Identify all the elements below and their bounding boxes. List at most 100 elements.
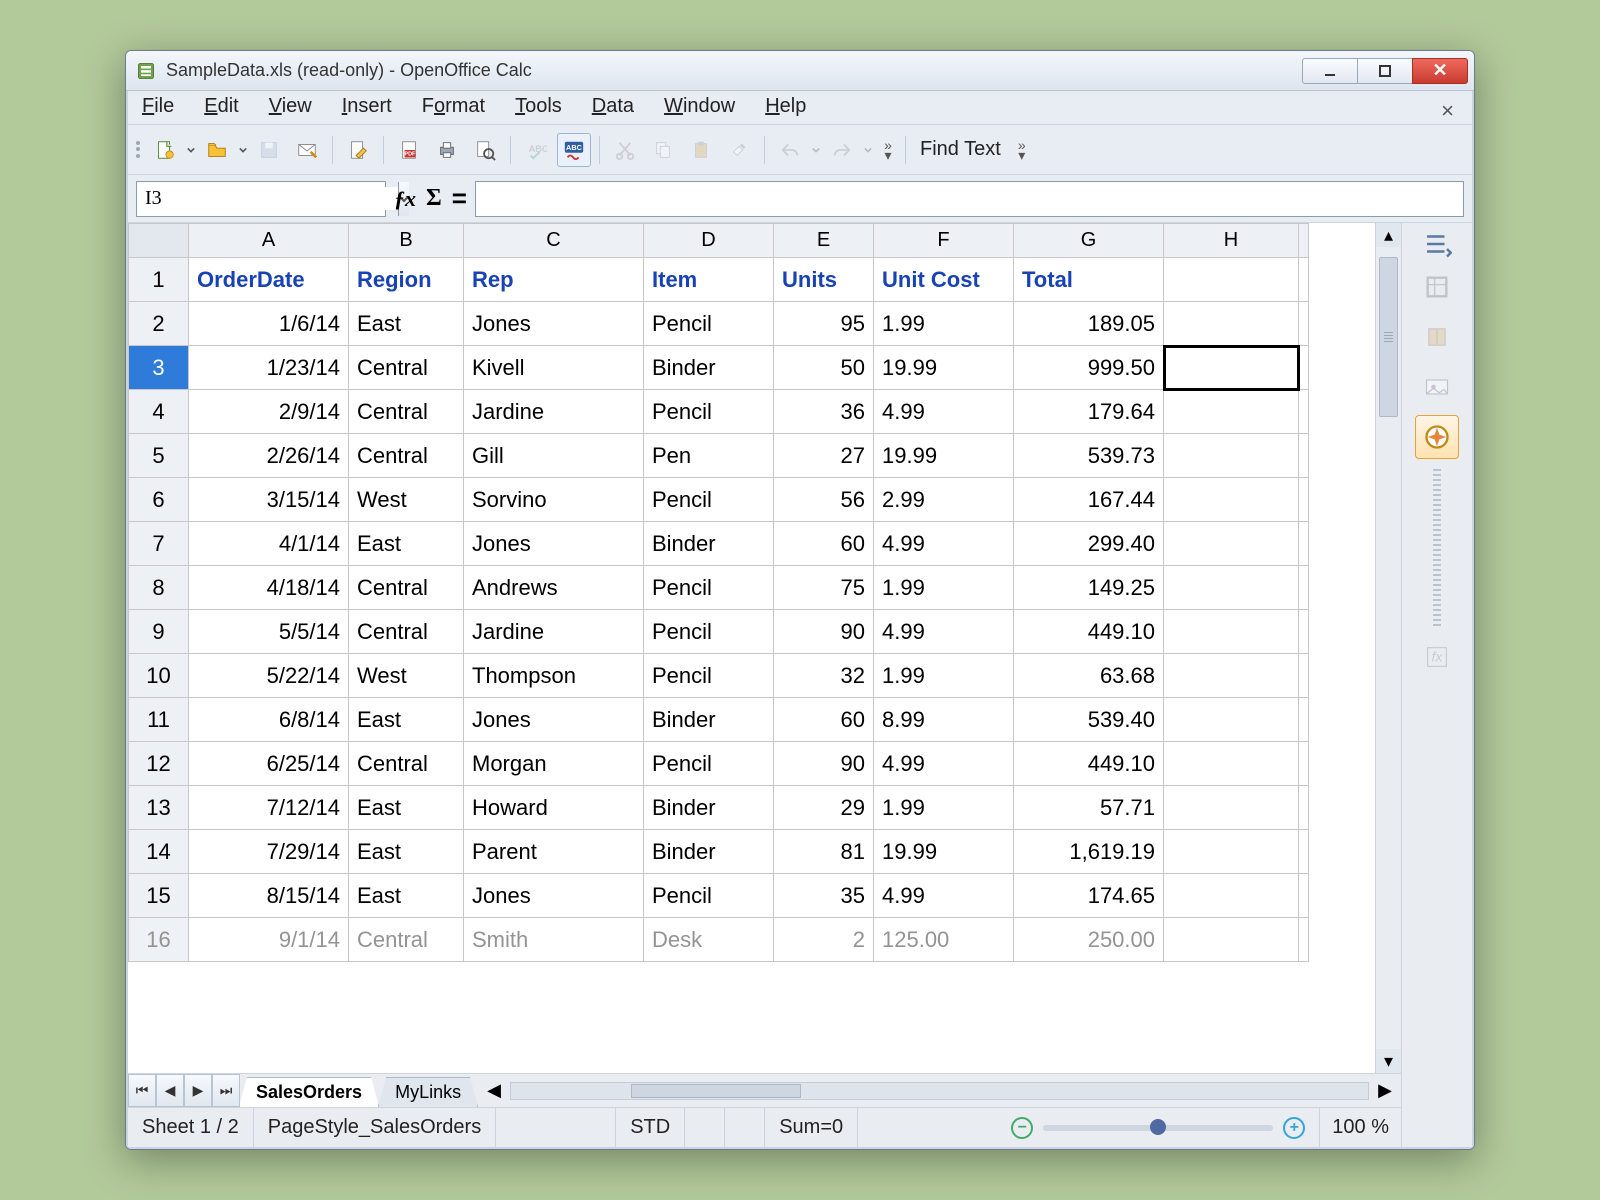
col-header-C[interactable]: C	[464, 224, 644, 258]
row-header[interactable]: 13	[129, 786, 189, 830]
scroll-down-button[interactable]: ▾	[1376, 1049, 1401, 1073]
row-header[interactable]: 14	[129, 830, 189, 874]
table-row[interactable]: 11 6/8/14 East Jones Binder 60 8.99 539.…	[129, 698, 1309, 742]
table-row[interactable]: 6 3/15/14 West Sorvino Pencil 56 2.99 16…	[129, 478, 1309, 522]
col-header-E[interactable]: E	[774, 224, 874, 258]
table-row[interactable]: 2 1/6/14 East Jones Pencil 95 1.99 189.0…	[129, 302, 1309, 346]
row-header[interactable]: 7	[129, 522, 189, 566]
formula-input[interactable]	[475, 181, 1464, 217]
table-row[interactable]: 12 6/25/14 Central Morgan Pencil 90 4.99…	[129, 742, 1309, 786]
row-header[interactable]: 10	[129, 654, 189, 698]
row-header[interactable]: 8	[129, 566, 189, 610]
paste-button[interactable]	[684, 133, 718, 167]
table-row[interactable]: 5 2/26/14 Central Gill Pen 27 19.99 539.…	[129, 434, 1309, 478]
zoom-in-button[interactable]: +	[1283, 1117, 1305, 1139]
redo-dropdown[interactable]	[863, 146, 873, 154]
table-row[interactable]: 9 5/5/14 Central Jardine Pencil 90 4.99 …	[129, 610, 1309, 654]
scroll-left-button[interactable]: ◀	[482, 1079, 506, 1103]
toolbar-overflow[interactable]: »▾	[879, 141, 897, 159]
copy-button[interactable]	[646, 133, 680, 167]
function-button[interactable]: =	[452, 183, 467, 214]
row-header[interactable]: 3	[129, 346, 189, 390]
table-row[interactable]: 7 4/1/14 East Jones Binder 60 4.99 299.4…	[129, 522, 1309, 566]
redo-button[interactable]	[825, 133, 859, 167]
cut-button[interactable]	[608, 133, 642, 167]
auto-spellcheck-button[interactable]: ABC	[557, 133, 591, 167]
maximize-button[interactable]	[1357, 58, 1413, 84]
vertical-scrollbar[interactable]: ▴ ▾	[1375, 223, 1401, 1073]
row-header[interactable]: 5	[129, 434, 189, 478]
cell-reference-input[interactable]	[137, 187, 398, 210]
print-button[interactable]	[430, 133, 464, 167]
table-row[interactable]: 3 1/23/14 Central Kivell Binder 50 19.99…	[129, 346, 1309, 390]
scroll-right-button[interactable]: ▶	[1373, 1079, 1397, 1103]
sidebar-resize-gripper[interactable]	[1433, 469, 1441, 629]
sidebar-functions-icon[interactable]: fx	[1415, 635, 1459, 679]
col-header-A[interactable]: A	[189, 224, 349, 258]
tab-nav-first[interactable]: ⏮	[128, 1074, 156, 1107]
menu-view[interactable]: View	[267, 91, 314, 124]
zoom-percent[interactable]: 100 %	[1319, 1108, 1401, 1147]
titlebar[interactable]: SampleData.xls (read-only) - OpenOffice …	[126, 51, 1474, 91]
menu-format[interactable]: Format	[420, 91, 487, 124]
find-text-label[interactable]: Find Text	[914, 138, 1007, 161]
sheet-tab-mylinks[interactable]: MyLinks	[378, 1077, 478, 1107]
tab-nav-last[interactable]: ⏭	[212, 1074, 240, 1107]
col-header-I-sliver[interactable]	[1299, 224, 1309, 258]
zoom-out-button[interactable]: −	[1011, 1117, 1033, 1139]
sidebar-styles-icon[interactable]	[1415, 315, 1459, 359]
table-row[interactable]: 10 5/22/14 West Thompson Pencil 32 1.99 …	[129, 654, 1309, 698]
row-header[interactable]: 11	[129, 698, 189, 742]
menu-help[interactable]: Help	[763, 91, 808, 124]
horizontal-scrollbar[interactable]: ◀ ▶	[478, 1074, 1401, 1107]
row-header[interactable]: 16	[129, 918, 189, 962]
open-dropdown[interactable]	[238, 146, 248, 154]
undo-dropdown[interactable]	[811, 146, 821, 154]
row-header[interactable]: 2	[129, 302, 189, 346]
menu-file[interactable]: File	[140, 91, 176, 124]
col-header-F[interactable]: F	[874, 224, 1014, 258]
menu-insert[interactable]: Insert	[340, 91, 394, 124]
edit-file-button[interactable]	[341, 133, 375, 167]
sidebar-properties-icon[interactable]	[1415, 265, 1459, 309]
status-page-style[interactable]: PageStyle_SalesOrders	[254, 1108, 496, 1147]
col-header-H[interactable]: H	[1164, 224, 1299, 258]
table-row[interactable]: 15 8/15/14 East Jones Pencil 35 4.99 174…	[129, 874, 1309, 918]
menu-window[interactable]: Window	[662, 91, 737, 124]
menu-edit[interactable]: Edit	[202, 91, 240, 124]
toolbar-gripper[interactable]	[136, 136, 144, 164]
row-header[interactable]: 9	[129, 610, 189, 654]
table-row[interactable]: 13 7/12/14 East Howard Binder 29 1.99 57…	[129, 786, 1309, 830]
new-button[interactable]	[148, 133, 182, 167]
print-preview-button[interactable]	[468, 133, 502, 167]
table-row[interactable]: 4 2/9/14 Central Jardine Pencil 36 4.99 …	[129, 390, 1309, 434]
spreadsheet-grid[interactable]: A B C D E F G H	[128, 223, 1375, 1073]
close-button[interactable]: ✕	[1412, 58, 1468, 84]
minimize-button[interactable]	[1302, 58, 1358, 84]
col-header-B[interactable]: B	[349, 224, 464, 258]
save-button[interactable]	[252, 133, 286, 167]
menu-tools[interactable]: Tools	[513, 91, 564, 124]
col-header-G[interactable]: G	[1014, 224, 1164, 258]
scroll-thumb-vertical[interactable]	[1379, 257, 1398, 417]
row-header[interactable]: 4	[129, 390, 189, 434]
find-toolbar-overflow[interactable]: »▾	[1013, 141, 1031, 159]
table-row[interactable]: 14 7/29/14 East Parent Binder 81 19.99 1…	[129, 830, 1309, 874]
select-all-corner[interactable]	[129, 224, 189, 258]
sum-button[interactable]: Σ	[426, 185, 442, 212]
sidebar-settings-icon[interactable]	[1422, 229, 1452, 259]
row-header[interactable]: 1	[129, 258, 189, 302]
close-document-icon[interactable]: ×	[1441, 98, 1460, 124]
scroll-up-button[interactable]: ▴	[1376, 223, 1401, 247]
function-wizard-button[interactable]: ƒx	[394, 186, 416, 212]
table-row[interactable]: 8 4/18/14 Central Andrews Pencil 75 1.99…	[129, 566, 1309, 610]
email-button[interactable]	[290, 133, 324, 167]
zoom-slider[interactable]: − +	[997, 1117, 1319, 1139]
sheet-tab-salesorders[interactable]: SalesOrders	[239, 1077, 379, 1107]
scroll-thumb-horizontal[interactable]	[631, 1084, 801, 1098]
row-header[interactable]: 6	[129, 478, 189, 522]
status-insert-mode[interactable]: STD	[616, 1108, 685, 1147]
new-dropdown[interactable]	[186, 146, 196, 154]
spellcheck-button[interactable]: ABC	[519, 133, 553, 167]
table-row[interactable]: 16 9/1/14 Central Smith Desk 2 125.00 25…	[129, 918, 1309, 962]
